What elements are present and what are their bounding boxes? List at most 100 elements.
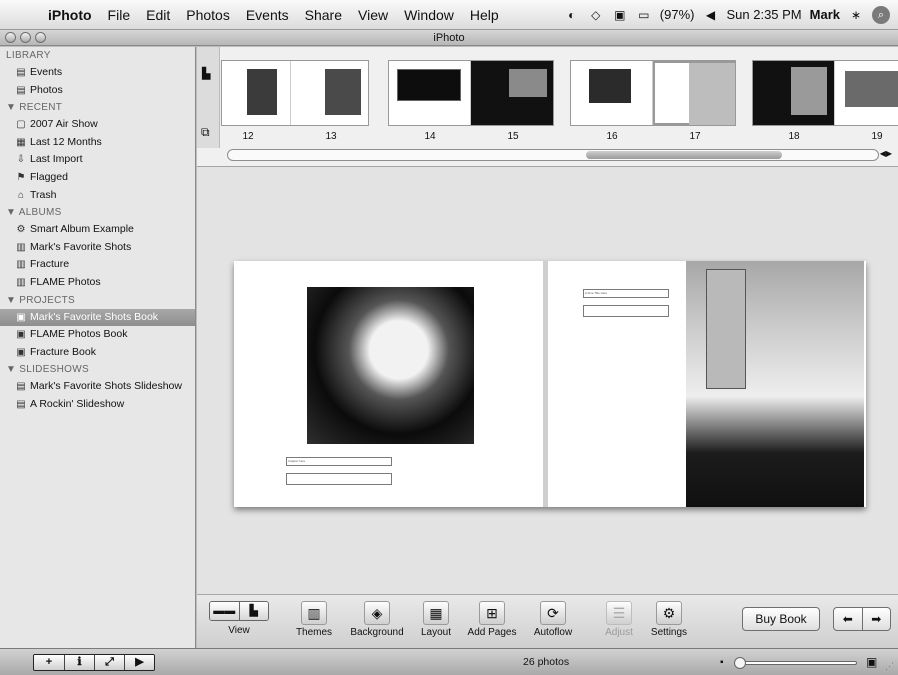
scroll-arrows-icon[interactable]: ◀▶ [880,149,892,158]
layout-button[interactable]: ▦ Layout [417,601,455,638]
sidebar-item-flame-photos-book[interactable]: ▣ FLAME Photos Book [0,326,195,344]
menu-file[interactable]: File [100,7,139,23]
spread-18-19[interactable] [752,60,898,126]
zoom-button[interactable] [35,32,46,43]
settings-icon: ⚙ [656,601,682,625]
caption-field[interactable]: Caption here [286,457,392,466]
page-thumbnail[interactable] [471,61,553,125]
autoflow-button[interactable]: ⟳ Autoflow [529,601,577,638]
volume-icon[interactable]: ◀ [702,8,718,22]
page-number: 12 [242,131,254,142]
user-name[interactable]: Mark [810,7,840,22]
spread-12-13[interactable] [221,60,369,126]
sidebar-item-marks-favorite-shots-book[interactable]: ▣ Mark's Favorite Shots Book [0,308,195,327]
import-icon: ⇩ [16,154,26,166]
minimize-button[interactable] [20,32,31,43]
page-icon[interactable]: ▙ [202,67,210,80]
sidebar-item-label: FLAME Photos Book [30,328,128,341]
sidebar-item-fracture[interactable]: ▥ Fracture [0,256,195,274]
menu-photos[interactable]: Photos [178,7,238,23]
next-page-icon[interactable]: ➡ [863,608,891,630]
play-icon[interactable]: ▶ [124,655,154,670]
close-button[interactable] [5,32,16,43]
page-thumbnail[interactable] [291,61,368,125]
sidebar-item-label: Events [30,66,63,78]
menu-window[interactable]: Window [396,7,462,23]
sidebar-item-flagged[interactable]: ⚑ Flagged [0,169,195,187]
display-icon[interactable]: ▣ [612,8,628,22]
scrollbar-thumb[interactable] [586,151,782,159]
zoom-slider[interactable] [734,657,857,669]
sidebar-item-events[interactable]: ▤ Events [0,64,195,82]
page-thumbnail[interactable] [571,61,653,125]
sidebar-item-fracture-book[interactable]: ▣ Fracture Book [0,344,195,362]
add-pages-button[interactable]: ⊞ Add Pages [465,601,519,638]
page-thumbnail[interactable] [653,61,735,125]
background-button[interactable]: ◈ Background [347,601,407,638]
sidebar-item-rockin-slideshow[interactable]: ▤ A Rockin' Slideshow [0,396,195,414]
section-library: LIBRARY [6,50,51,61]
battery-icon[interactable]: ▭ [636,8,652,22]
section-projects[interactable]: ▼ PROJECTS [0,292,195,309]
bluetooth-icon[interactable]: ∗ [848,8,864,22]
previous-page-icon[interactable]: ⬅ [834,608,863,630]
buy-book-button[interactable]: Buy Book [742,607,820,631]
menu-events[interactable]: Events [238,7,297,23]
spread-16-17[interactable] [570,60,736,126]
sidebar-item-marks-favorite-shots-slideshow[interactable]: ▤ Mark's Favorite Shots Slideshow [0,378,195,396]
clock[interactable]: Sun 2:35 PM [726,7,801,22]
menu-help[interactable]: Help [462,7,507,23]
book-canvas: Caption here A Fine Title Here [197,168,898,594]
left-page[interactable]: Caption here [234,261,548,507]
text-field[interactable] [583,305,669,317]
page-thumbnail[interactable] [389,61,471,125]
fullscreen-icon[interactable]: ⤢ [94,655,124,670]
menu-edit[interactable]: Edit [138,7,178,23]
title-field[interactable]: A Fine Title Here [583,289,669,298]
single-page-view-icon[interactable]: ▙ [238,602,268,620]
settings-button[interactable]: ⚙ Settings [647,601,691,638]
wifi-icon[interactable]: ◇ [588,8,604,22]
timemachine-icon[interactable]: ◐ [564,8,580,22]
resize-grip-icon[interactable]: ⋰ [885,661,894,672]
page-thumbnail[interactable] [753,61,835,125]
right-page[interactable]: A Fine Title Here [548,261,866,507]
app-menu[interactable]: iPhoto [40,7,100,23]
menu-view[interactable]: View [350,7,396,23]
sidebar-item-flame-photos[interactable]: ▥ FLAME Photos [0,274,195,292]
sidebar-item-photos[interactable]: ▤ Photos [0,82,195,100]
page-thumbnail[interactable] [222,61,291,125]
flag-icon: ⚑ [16,171,26,183]
section-recent[interactable]: ▼ RECENT [0,99,195,116]
spread-14-15[interactable] [388,60,554,126]
sidebar-item-marks-favorite-shots[interactable]: ▥ Mark's Favorite Shots [0,239,195,257]
page-browser-scrollbar[interactable]: ◀▶ [227,149,892,161]
section-slideshows[interactable]: ▼ SLIDESHOWS [0,361,195,378]
zoom-slider-knob[interactable] [734,657,746,669]
multi-page-icon[interactable]: ⧉ [201,125,210,140]
text-field[interactable] [286,473,392,485]
page-thumbnail[interactable] [835,61,898,125]
sidebar-item-last-12-months[interactable]: ▦ Last 12 Months [0,134,195,152]
status-bar: + ℹ ⤢ ▶ 26 photos ▪ ▣ ⋰ [0,648,898,675]
add-icon[interactable]: + [34,655,64,670]
sidebar-item-2007-air-show[interactable]: ▢ 2007 Air Show [0,116,195,134]
window-controls [5,32,46,43]
menu-share[interactable]: Share [297,7,350,23]
battery-percent[interactable]: (97%) [660,7,695,22]
sidebar-item-label: Smart Album Example [30,223,134,236]
section-albums[interactable]: ▼ ALBUMS [0,204,195,221]
spotlight-icon[interactable]: ⌕ [872,5,890,24]
info-icon[interactable]: ℹ [64,655,94,670]
sidebar-item-trash[interactable]: ⌂ Trash [0,187,195,205]
photo-carousel-horse[interactable] [307,287,474,444]
photo-snow-can[interactable] [686,261,864,507]
adjust-button[interactable]: ☰ Adjust [599,601,639,638]
window-titlebar[interactable]: iPhoto [0,30,898,46]
sidebar-item-last-import[interactable]: ⇩ Last Import [0,151,195,169]
themes-button[interactable]: ▥ Themes [293,601,335,638]
two-page-view-icon[interactable]: ▬▬ [210,602,239,620]
view-segmented[interactable]: ▬▬ ▙ [209,601,269,621]
sidebar-item-smart-album[interactable]: ⚙ Smart Album Example [0,221,195,239]
slideshow-icon: ▤ [16,381,26,393]
